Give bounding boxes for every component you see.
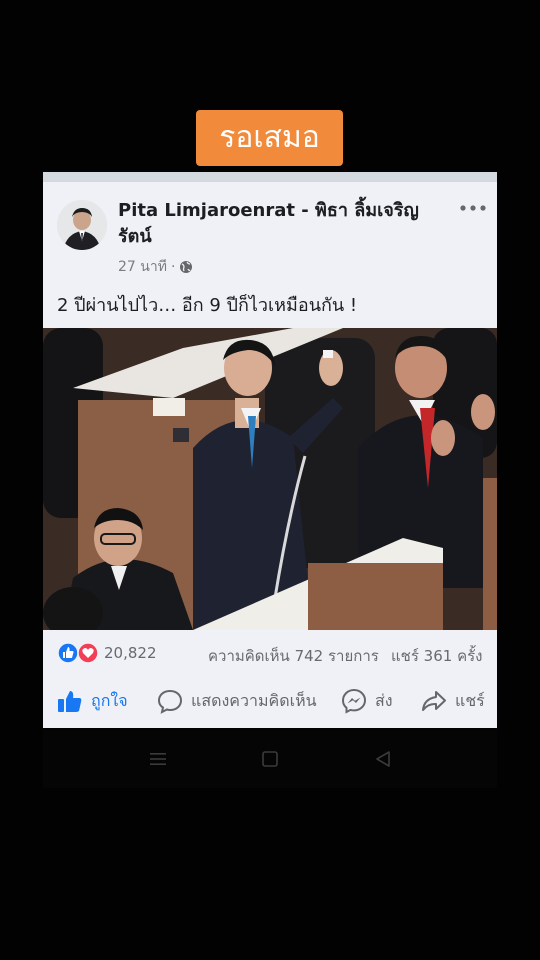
send-button[interactable]: ส่ง (341, 686, 393, 716)
reaction-icons[interactable] (57, 642, 101, 664)
separator-dot: · (170, 259, 176, 275)
more-dots-icon[interactable] (459, 202, 487, 214)
post-time[interactable]: 27 นาที (118, 256, 167, 278)
back-triangle-icon[interactable] (372, 748, 394, 770)
android-navigation-bar (43, 730, 497, 788)
comment-count[interactable]: ความคิดเห็น 742 รายการ (208, 644, 379, 668)
like-reaction-icon (57, 642, 79, 664)
reaction-count[interactable]: 20,822 (104, 644, 157, 662)
post-actions-bar: ถูกใจ แสดงความคิดเห็น ส่ง แชร์ (43, 678, 497, 722)
comment-label: แสดงความคิดเห็น (191, 690, 317, 710)
home-square-icon[interactable] (259, 748, 281, 770)
top-banner: รอเสมอ (196, 110, 343, 166)
author-name[interactable]: Pita Limjaroenrat - พิธา ลิ้มเจริญรัตน์ (118, 198, 438, 250)
avatar[interactable] (57, 200, 107, 250)
messenger-icon (341, 688, 367, 714)
post-meta: 27 นาที · (118, 256, 193, 278)
menu-icon[interactable] (147, 748, 169, 770)
like-button[interactable]: ถูกใจ (57, 686, 128, 716)
comment-bubble-icon (157, 689, 183, 714)
thumbs-up-icon (58, 691, 82, 712)
facebook-post-card: Pita Limjaroenrat - พิธา ลิ้มเจริญรัตน์ … (43, 172, 497, 728)
post-stats: 20,822 ความคิดเห็น 742 รายการ แชร์ 361 ค… (43, 638, 497, 670)
post-top-divider (43, 172, 497, 182)
globe-icon (180, 261, 193, 273)
love-reaction-icon (77, 642, 99, 664)
share-button[interactable]: แชร์ (421, 686, 485, 716)
post-text: 2 ปีผ่านไปไว… อีก 9 ปีก็ไวเหมือนกัน ! (57, 295, 358, 316)
share-count[interactable]: แชร์ 361 ครั้ง (391, 644, 483, 668)
post-photo[interactable] (43, 328, 497, 630)
send-label: ส่ง (375, 690, 393, 710)
share-arrow-icon (422, 691, 446, 711)
share-label: แชร์ (455, 690, 485, 710)
comment-button[interactable]: แสดงความคิดเห็น (157, 686, 317, 716)
like-label: ถูกใจ (91, 690, 128, 710)
